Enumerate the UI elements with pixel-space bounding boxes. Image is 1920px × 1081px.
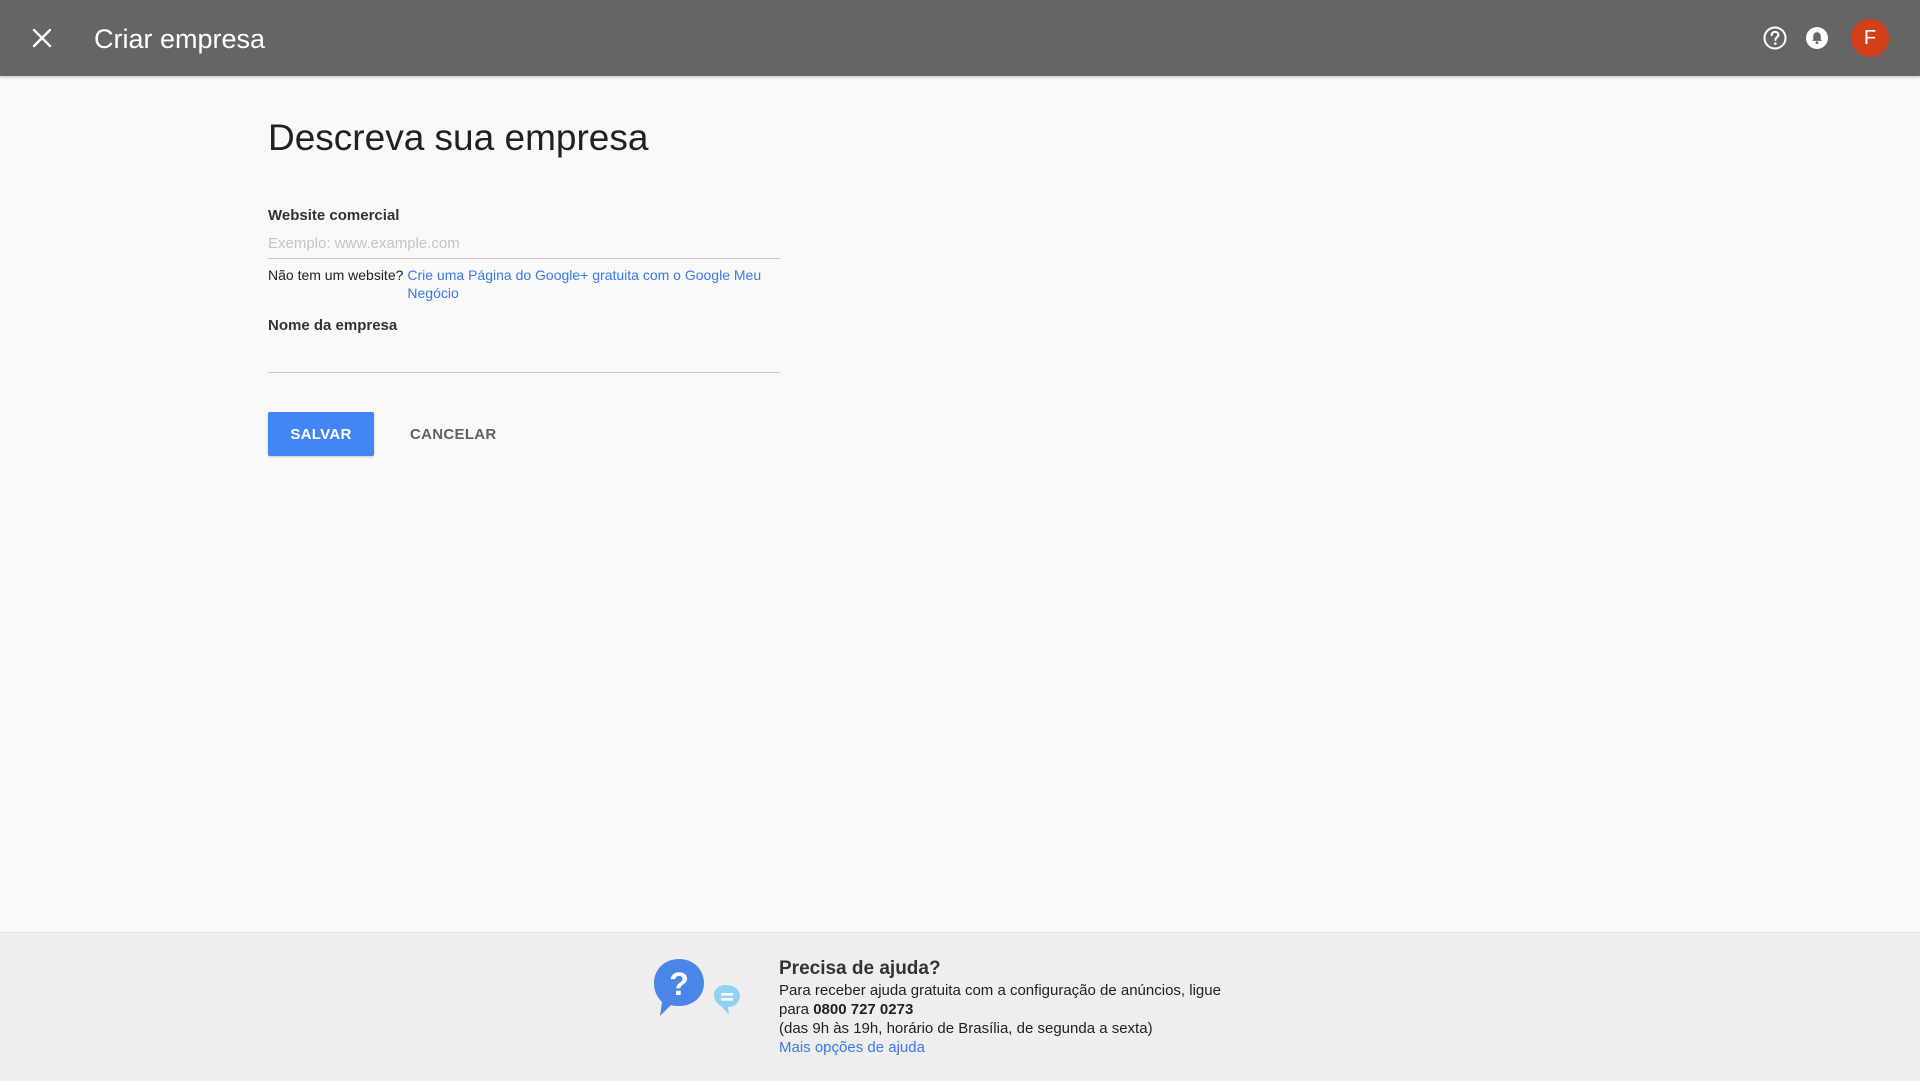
help-line-2-prefix: para [779,1001,810,1018]
close-button[interactable] [24,20,60,56]
business-name-input[interactable] [268,338,780,373]
svg-text:?: ? [669,966,689,1002]
help-line-2: para 0800 727 0273 [779,1000,1339,1019]
help-phone-number: 0800 727 0273 [813,1001,914,1018]
more-help-options-link[interactable]: Mais opções de ajuda [779,1038,925,1057]
save-button[interactable]: SALVAR [268,412,374,456]
page-title: Descreva sua empresa [268,117,649,158]
create-business-form: Descreva sua empresa Website comercial N… [268,76,868,456]
help-chat-bubbles-icon: ? [654,959,740,1016]
website-field-label: Website comercial [268,207,400,224]
website-input[interactable] [268,228,780,259]
no-website-hint: Não tem um website? Crie uma Página do G… [268,266,780,302]
help-button[interactable] [1757,20,1793,56]
form-actions: SALVAR CANCELAR [268,412,868,456]
help-circle-icon [1763,26,1787,50]
help-footer-text: Precisa de ajuda? Para receber ajuda gra… [779,957,1339,1057]
cancel-button[interactable]: CANCELAR [394,412,513,456]
app-title: Criar empresa [94,24,266,54]
bell-icon [1806,27,1828,49]
close-icon [32,28,52,48]
business-name-field-label: Nome da empresa [268,317,398,334]
notifications-button[interactable] [1799,20,1835,56]
create-google-page-link[interactable]: Crie uma Página do Google+ gratuita com … [407,266,780,302]
account-avatar[interactable]: F [1851,19,1889,57]
help-line-3: (das 9h às 19h, horário de Brasília, de … [779,1020,1153,1037]
no-website-text: Não tem um website? [268,267,404,283]
top-app-bar: Criar empresa F [0,0,1920,76]
help-heading: Precisa de ajuda? [779,958,941,979]
help-line-1: Para receber ajuda gratuita com a config… [779,982,1221,999]
help-footer: ? Precisa de ajuda? Para receber ajuda g… [0,932,1920,1081]
